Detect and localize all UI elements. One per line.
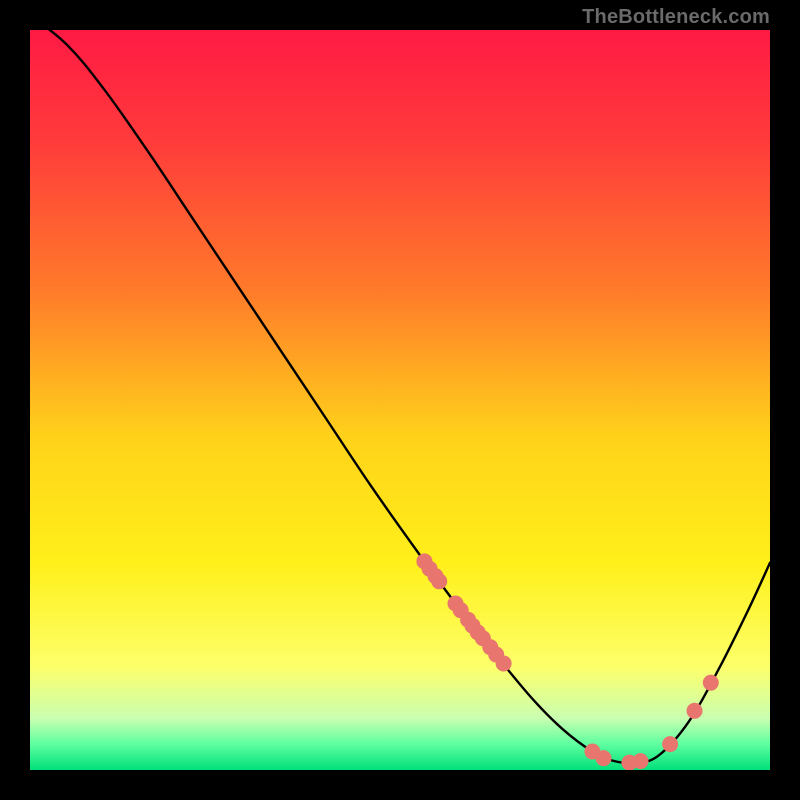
data-point — [431, 573, 447, 589]
data-point — [496, 655, 512, 671]
data-point — [596, 750, 612, 766]
watermark-text: TheBottleneck.com — [582, 6, 770, 29]
data-point — [687, 703, 703, 719]
data-point — [633, 753, 649, 769]
chart-svg — [30, 30, 770, 770]
data-point — [662, 736, 678, 752]
chart-container — [30, 30, 770, 770]
data-point — [703, 675, 719, 691]
